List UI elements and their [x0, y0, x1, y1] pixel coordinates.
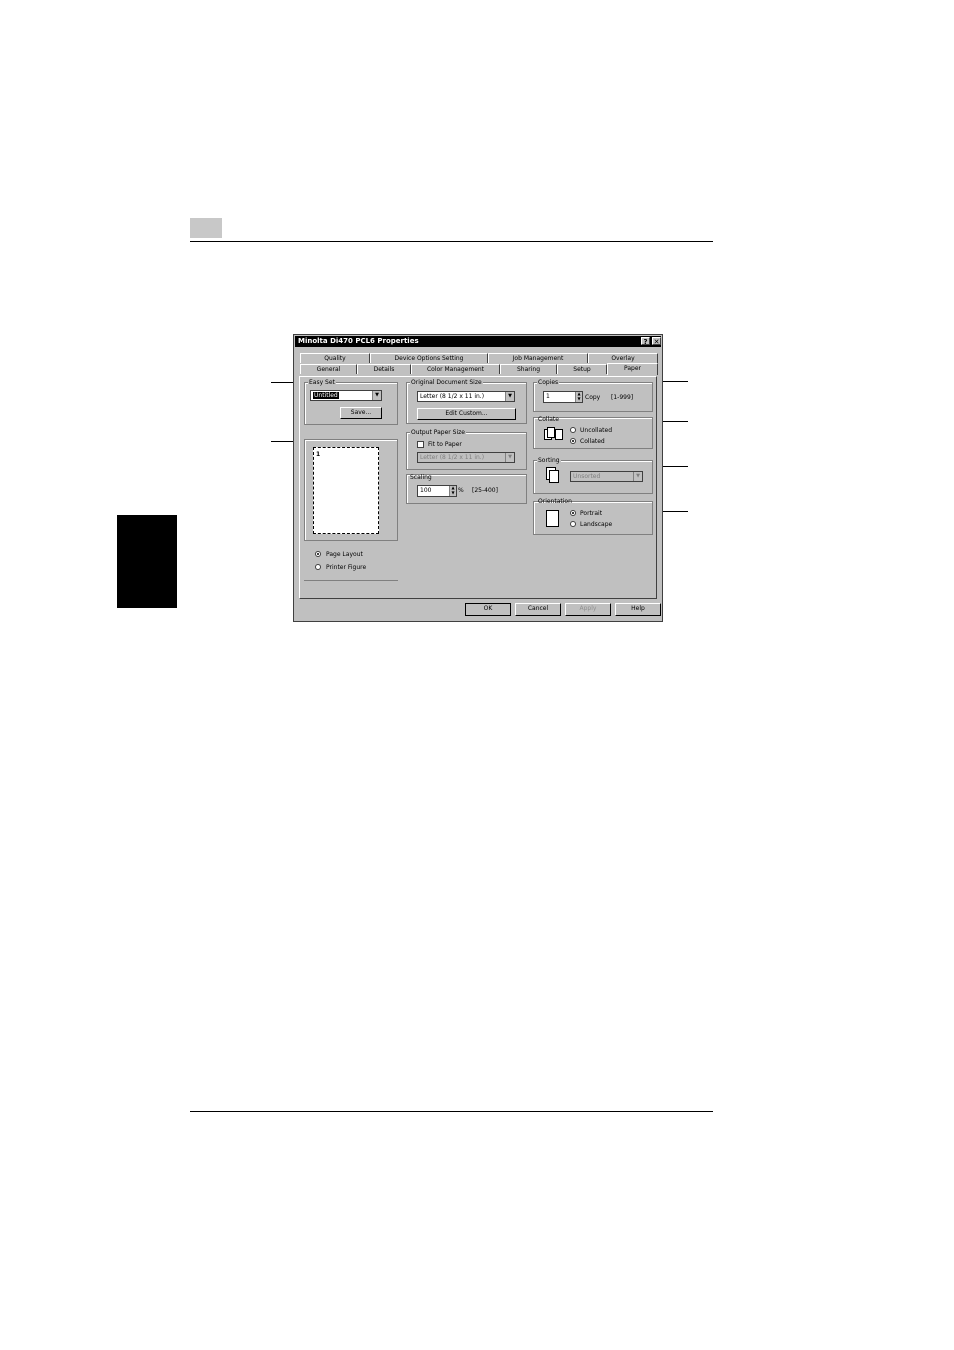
printer-properties-dialog: Minolta Di470 PCL6 Properties ? ✕ Qualit… [293, 334, 663, 622]
easy-set-save-button[interactable]: Save... [340, 407, 382, 419]
chevron-down-icon: ▼ [633, 472, 642, 481]
tab-color-management[interactable]: Color Management [411, 364, 500, 374]
portrait-label: Portrait [580, 510, 603, 517]
tab-sharing[interactable]: Sharing [500, 364, 557, 374]
sorting-icon [546, 467, 562, 485]
footer-rule [190, 1111, 713, 1112]
tab-paper[interactable]: Paper [607, 363, 658, 375]
help-button[interactable]: Help [615, 603, 661, 616]
output-paper-size-label: Output Paper Size [410, 429, 466, 436]
close-icon[interactable]: ✕ [652, 337, 661, 346]
uncollated-label: Uncollated [580, 427, 613, 434]
copies-range: [1-999] [611, 394, 634, 401]
copies-label: Copies [537, 379, 560, 386]
sorting-label: Sorting [537, 457, 561, 464]
output-paper-size-value: Letter (8 1/2 x 11 in.) [420, 454, 485, 461]
fit-to-paper-checkbox[interactable] [417, 441, 424, 448]
chevron-down-icon: ▼ [505, 392, 514, 401]
chevron-down-icon: ▼ [372, 391, 381, 400]
original-document-size-value: Letter (8 1/2 x 11 in.) [420, 393, 485, 400]
tab-quality[interactable]: Quality [300, 353, 370, 363]
tab-device-options-setting[interactable]: Device Options Setting [370, 353, 488, 363]
title-bar: Minolta Di470 PCL6 Properties ? ✕ [295, 336, 661, 347]
uncollated-radio[interactable] [570, 427, 576, 433]
easy-set-value: Untitled [313, 392, 339, 399]
printer-figure-label: Printer Figure [326, 564, 367, 571]
landscape-label: Landscape [580, 521, 613, 528]
chapter-side-tab [117, 515, 177, 608]
tab-general[interactable]: General [300, 364, 357, 374]
tab-overlay[interactable]: Overlay [588, 353, 658, 363]
sorting-select[interactable]: Unsorted ▼ [570, 471, 643, 482]
apply-button[interactable]: Apply [565, 603, 611, 616]
easy-set-select[interactable]: Untitled ▼ [310, 390, 382, 401]
original-document-size-label: Original Document Size [410, 379, 483, 386]
portrait-page-icon [546, 510, 559, 527]
scaling-unit: % [458, 487, 464, 494]
scaling-value: 100 [420, 487, 432, 494]
sorting-value: Unsorted [573, 473, 601, 480]
preview-page-number: 1 [316, 451, 321, 458]
scaling-label: Scaling [410, 474, 432, 481]
tab-job-management[interactable]: Job Management [488, 353, 588, 363]
paper-tab-panel: Easy Set Untitled ▼ Save... 1 Page Layou… [299, 376, 657, 599]
spin-down-icon[interactable]: ▼ [449, 491, 456, 496]
collated-radio[interactable] [570, 438, 576, 444]
fit-to-paper-label: Fit to Paper [428, 441, 462, 448]
portrait-radio[interactable] [570, 510, 576, 516]
header-block [190, 218, 222, 238]
page-preview: 1 [313, 447, 379, 534]
tab-details[interactable]: Details [357, 364, 411, 374]
copies-value: 1 [546, 393, 550, 400]
spin-down-icon[interactable]: ▼ [575, 397, 582, 402]
edit-custom-button[interactable]: Edit Custom... [417, 408, 516, 420]
help-icon[interactable]: ? [641, 337, 650, 346]
original-document-size-select[interactable]: Letter (8 1/2 x 11 in.) ▼ [417, 391, 515, 402]
collated-label: Collated [580, 438, 605, 445]
scaling-input[interactable]: 100 ▲ ▼ [417, 485, 457, 497]
scaling-range: [25-400] [472, 487, 498, 494]
chevron-down-icon: ▼ [505, 453, 514, 462]
tab-setup[interactable]: Setup [557, 364, 607, 374]
collate-icon [544, 427, 564, 441]
orientation-label: Orientation [538, 498, 572, 505]
output-paper-size-select[interactable]: Letter (8 1/2 x 11 in.) ▼ [417, 452, 515, 463]
copies-input[interactable]: 1 ▲ ▼ [543, 391, 583, 403]
collate-label: Collate [538, 416, 559, 423]
printer-figure-radio[interactable] [315, 564, 321, 570]
page-layout-radio[interactable] [315, 551, 321, 557]
cancel-button[interactable]: Cancel [515, 603, 561, 616]
copies-unit: Copy [585, 394, 601, 401]
easy-set-label: Easy Set [308, 379, 336, 386]
output-paper-size-group [406, 432, 527, 470]
dialog-title: Minolta Di470 PCL6 Properties [298, 337, 419, 345]
divider [304, 580, 398, 581]
ok-button[interactable]: OK [465, 603, 511, 616]
page-layout-label: Page Layout [326, 551, 363, 558]
landscape-radio[interactable] [570, 521, 576, 527]
header-rule [190, 241, 713, 242]
